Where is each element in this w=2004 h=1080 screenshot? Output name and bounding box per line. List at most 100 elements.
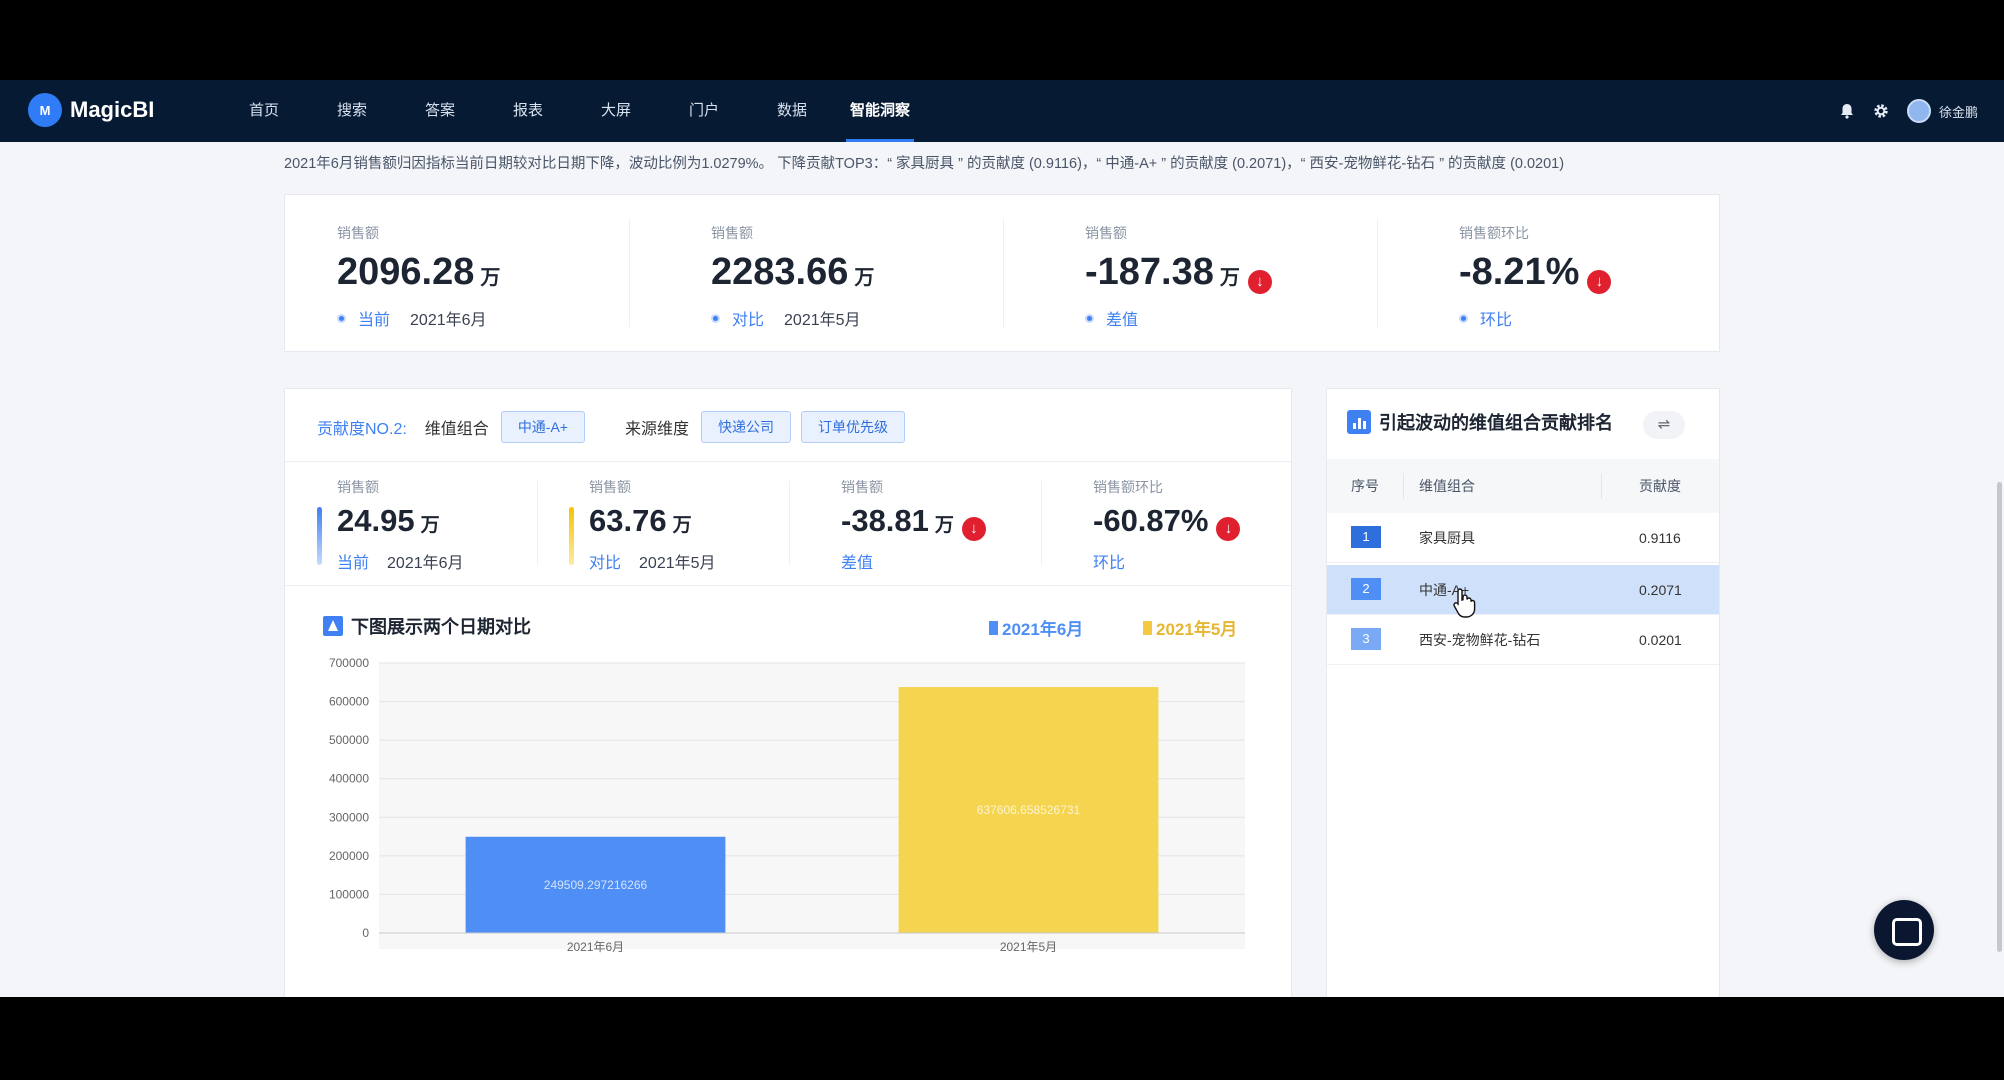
nav-item-search[interactable]: 搜索 — [308, 80, 396, 142]
nav-right: 徐金鹏 — [1839, 80, 1978, 142]
legend-item-current[interactable]: 2021年6月 — [989, 615, 1083, 640]
nav-item-insight[interactable]: 智能洞察 — [836, 80, 924, 142]
sub-kpi-tag: 差值 — [841, 555, 874, 572]
kpi-divider — [629, 219, 630, 327]
source-chip-courier[interactable]: 快递公司 — [701, 411, 792, 443]
sub-kpi-label: 销售额 — [841, 479, 883, 495]
logo[interactable]: M MagicBI — [28, 93, 154, 127]
bar-chart-icon — [1347, 410, 1371, 434]
kpi-tag: 差值 — [1106, 312, 1139, 329]
detail-card: 贡献度NO.2: 维值组合 中通-A+ 来源维度 快递公司 订单优先级 销售额 … — [284, 388, 1292, 997]
arrow-down-icon: ↓ — [1587, 270, 1612, 294]
nav-item-answer[interactable]: 答案 — [396, 80, 484, 142]
bell-icon[interactable] — [1839, 103, 1855, 119]
sub-kpi-label: 销售额 — [337, 479, 379, 495]
top-black-band — [0, 0, 2004, 80]
sub-kpi-label: 销售额环比 — [1093, 479, 1163, 495]
scrollbar[interactable] — [1996, 142, 2004, 997]
user-name: 徐金鹏 — [1938, 104, 1978, 120]
kpi-unit: 万 — [854, 267, 875, 289]
scrollbar-thumb[interactable] — [1997, 482, 2002, 952]
nav-item-bigscreen[interactable]: 大屏 — [572, 80, 660, 142]
ranking-title: 引起波动的维值组合贡献排名 — [1347, 409, 1613, 435]
legend-swatch — [989, 620, 998, 635]
navbar: M MagicBI 首页 搜索 答案 报表 大屏 门户 数据 智能洞察 徐金鹏 — [0, 80, 2004, 142]
dot-icon — [711, 313, 720, 323]
contribution-rank-label: 贡献度NO.2: — [317, 421, 407, 438]
kpi-row: 销售额 2096.28 万 当前 2021年6月 销售额 2283.66 万 对比… — [284, 194, 1720, 352]
table-row[interactable]: 2 中通-A+ 0.2071 — [1327, 565, 1719, 615]
row-combo: 西安-宠物鲜花-钻石 — [1419, 632, 1541, 648]
sub-kpi-diff: 销售额 -38.81 万 ↓ 差值 — [789, 477, 1041, 572]
x-tick-label: 2021年5月 — [1000, 940, 1057, 954]
source-dimension-label: 来源维度 — [625, 421, 690, 438]
insight-summary: 2021年6月销售额归因指标当前日期较对比日期下降，波动比例为1.0279%。 … — [284, 156, 1565, 172]
gear-icon[interactable] — [1873, 103, 1889, 119]
legend-label: 2021年5月 — [1156, 620, 1238, 639]
dot-icon — [1459, 313, 1468, 323]
sub-kpi-value: -38.81 — [841, 503, 929, 538]
sub-kpi-label: 销售额 — [589, 479, 631, 495]
kpi-label: 销售额 — [1085, 225, 1127, 241]
user-menu[interactable]: 徐金鹏 — [1906, 99, 1978, 123]
rank-badge: 3 — [1351, 628, 1381, 650]
nav-item-home[interactable]: 首页 — [220, 80, 308, 142]
kpi-unit: 万 — [480, 267, 501, 289]
filter-row: 贡献度NO.2: 维值组合 中通-A+ 来源维度 快递公司 订单优先级 — [317, 409, 915, 445]
table-row[interactable]: 3 西安-宠物鲜花-钻石 0.0201 — [1327, 615, 1719, 665]
legend-swatch — [1143, 620, 1152, 635]
chart-icon — [323, 616, 343, 636]
row-score: 0.9116 — [1639, 530, 1681, 546]
kpi-value: -8.21% — [1459, 251, 1580, 293]
legend-item-compare[interactable]: 2021年5月 — [1143, 615, 1237, 640]
kpi-compare: 销售额 2283.66 万 对比 2021年5月 — [659, 195, 1018, 353]
kpi-mom: 销售额环比 -8.21% ↓ 环比 — [1407, 195, 1766, 353]
sub-kpi-value: 24.95 — [337, 503, 415, 538]
sub-kpi-value: -60.87% — [1093, 503, 1209, 538]
nav-item-portal[interactable]: 门户 — [660, 80, 748, 142]
swap-icon[interactable]: ⇌ — [1643, 411, 1685, 439]
current-bar-marker — [317, 507, 322, 565]
avatar — [1906, 99, 1931, 123]
sub-kpi-value: 63.76 — [589, 503, 667, 538]
legend-label: 2021年6月 — [1002, 620, 1084, 639]
bar-value-label: 249509.297216266 — [544, 878, 648, 892]
header-divider — [1601, 473, 1602, 499]
y-tick-label: 200000 — [329, 849, 369, 863]
table-row[interactable]: 1 家具厨具 0.9116 — [1327, 513, 1719, 563]
kpi-tag: 环比 — [1480, 312, 1513, 329]
row-score: 0.0201 — [1639, 632, 1682, 648]
combo-chip[interactable]: 中通-A+ — [500, 411, 585, 443]
arrow-down-icon: ↓ — [961, 517, 986, 541]
source-chip-priority[interactable]: 订单优先级 — [801, 411, 906, 443]
sub-kpi-compare: 销售额 63.76 万 对比 2021年5月 — [537, 477, 789, 572]
y-tick-label: 300000 — [329, 810, 369, 824]
ranking-card: 引起波动的维值组合贡献排名 ⇌ 序号 维值组合 贡献度 1 家具厨具 0.911… — [1326, 388, 1720, 997]
sub-kpi-date: 2021年6月 — [387, 555, 464, 572]
brand-name: MagicBI — [70, 97, 155, 122]
sub-kpi-unit: 万 — [672, 515, 692, 536]
y-tick-label: 0 — [362, 926, 369, 940]
kpi-date: 2021年6月 — [410, 312, 487, 329]
table-header: 序号 维值组合 贡献度 — [1327, 459, 1719, 513]
header-rank: 序号 — [1351, 478, 1379, 494]
row-combo: 家具厨具 — [1419, 530, 1475, 546]
chat-icon[interactable] — [1874, 900, 1934, 960]
nav-item-report[interactable]: 报表 — [484, 80, 572, 142]
nav-menu: 首页 搜索 答案 报表 大屏 门户 数据 智能洞察 — [220, 80, 924, 142]
divider — [285, 461, 1291, 462]
kpi-tag: 当前 — [358, 312, 391, 329]
chart-title-text: 下图展示两个日期对比 — [351, 617, 531, 637]
kpi-value: 2283.66 — [711, 251, 849, 293]
rank-badge: 1 — [1351, 526, 1381, 548]
divider — [285, 585, 1291, 586]
kpi-date: 2021年5月 — [784, 312, 861, 329]
nav-item-data[interactable]: 数据 — [748, 80, 836, 142]
comparison-bar-chart: 0 100000 200000 300000 400000 500000 600000 700… — [329, 656, 1245, 954]
y-tick-label: 100000 — [329, 887, 369, 901]
logo-icon: M — [28, 93, 62, 127]
arrow-down-icon: ↓ — [1247, 270, 1272, 294]
header-combo: 维值组合 — [1419, 478, 1475, 494]
kpi-unit: 万 — [1219, 267, 1240, 289]
ranking-title-text: 引起波动的维值组合贡献排名 — [1379, 413, 1613, 433]
